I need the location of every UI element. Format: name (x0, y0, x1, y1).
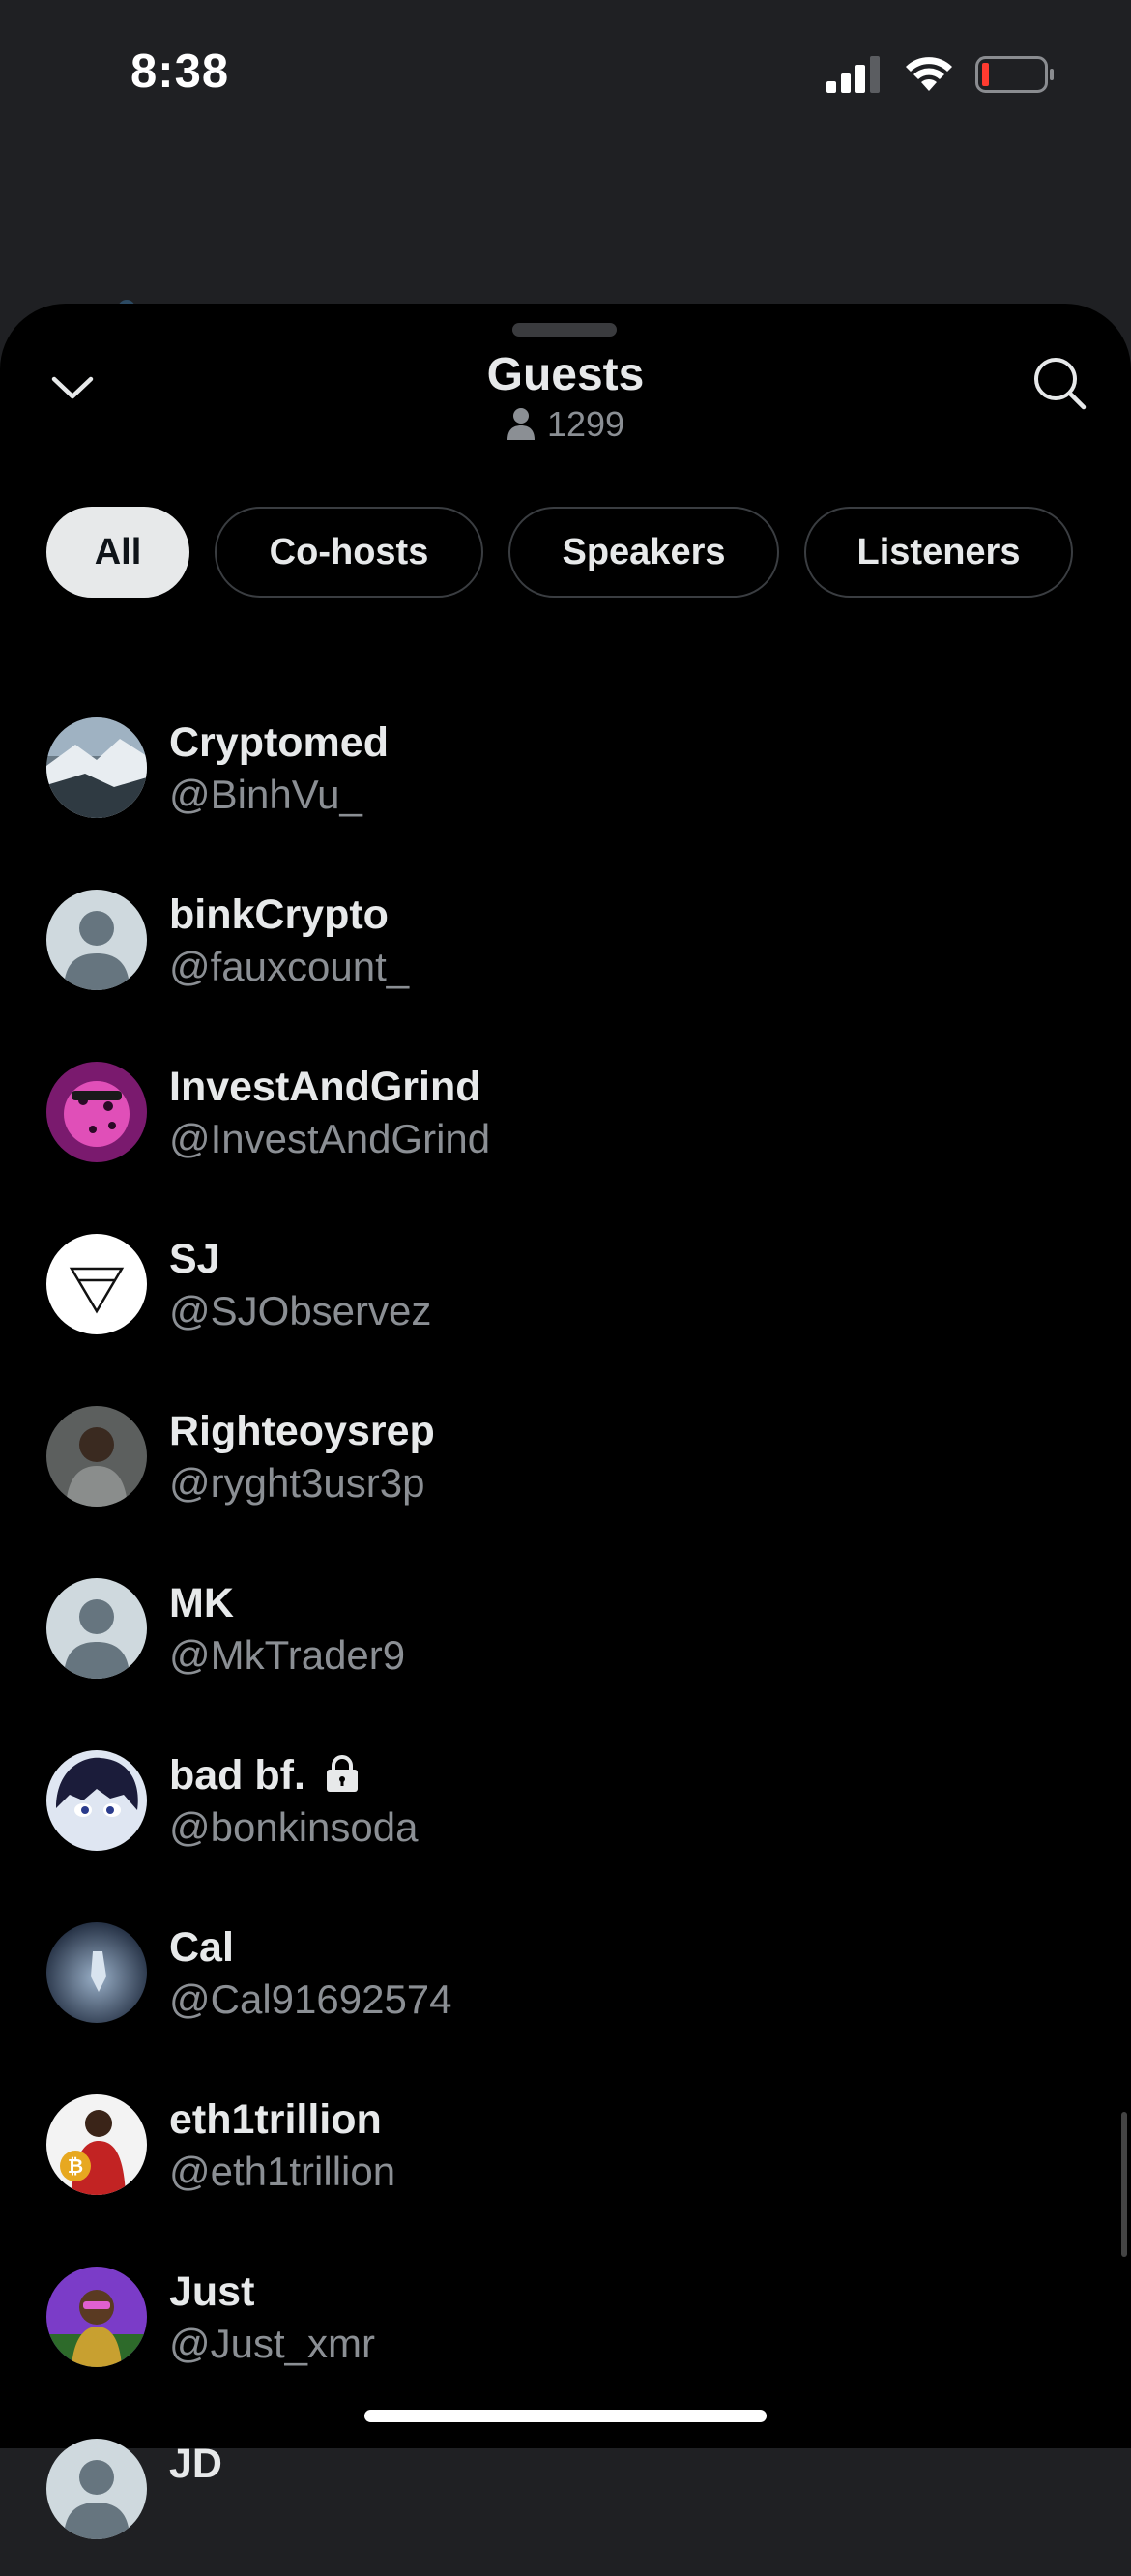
default-avatar-icon (46, 2439, 147, 2539)
guest-avatar (46, 2267, 147, 2367)
home-indicator[interactable] (364, 2410, 767, 2422)
guest-handle: @BinhVu_ (169, 772, 362, 817)
guest-avatar (46, 1234, 147, 1334)
cellular-signal-icon (826, 56, 880, 93)
status-time: 8:38 (130, 45, 230, 98)
listener-count-value: 1299 (546, 404, 625, 444)
scrollbar[interactable] (1121, 2112, 1127, 2257)
guest-row[interactable]: ₿ eth1trillion @eth1trillion (0, 2060, 1131, 2232)
guest-row[interactable]: binkCrypto @fauxcount_ (0, 855, 1131, 1027)
guest-handle: @SJObservez (169, 1288, 432, 1333)
wifi-icon (906, 57, 952, 91)
default-avatar-icon (46, 890, 147, 990)
guest-handle: @InvestAndGrind (169, 1116, 491, 1161)
guest-handle: @fauxcount_ (169, 944, 410, 989)
guest-name: Righteoysrep (169, 1408, 435, 1454)
guest-name: InvestAndGrind (169, 1064, 481, 1110)
guest-name: JD (169, 2441, 222, 2487)
guest-name-text: bad bf. (169, 1752, 305, 1799)
guest-handle: @Cal91692574 (169, 1976, 452, 2022)
filter-co-hosts[interactable]: Co-hosts (215, 507, 483, 598)
guest-row[interactable]: SJ @SJObservez (0, 1199, 1131, 1371)
guest-avatar: ₿ (46, 2094, 147, 2195)
guest-row[interactable]: MK @MkTrader9 (0, 1543, 1131, 1715)
filter-speakers[interactable]: Speakers (508, 507, 779, 598)
guest-handle: @MkTrader9 (169, 1632, 406, 1678)
filter-tabs: All Co-hosts Speakers Listeners (46, 507, 1073, 601)
listener-count: 1299 (0, 404, 1131, 445)
guest-row[interactable]: Just @Just_xmr (0, 2232, 1131, 2404)
guest-row[interactable]: JD (0, 2404, 1131, 2576)
guest-name: Just (169, 2269, 255, 2315)
guest-avatar (46, 1922, 147, 2023)
battery-low-icon (975, 56, 1054, 93)
person-icon (507, 408, 535, 440)
status-bar: 8:38 (0, 0, 1131, 145)
guest-avatar (46, 717, 147, 818)
guests-sheet: Guests 1299 All Co-hosts Speakers Listen… (0, 304, 1131, 2539)
guest-name: binkCrypto (169, 892, 389, 938)
guest-handle: @eth1trillion (169, 2149, 396, 2194)
guest-handle: @ryght3usr3p (169, 1460, 425, 1506)
sheet-grabber[interactable] (512, 323, 617, 337)
guest-name: bad bf. (169, 1752, 360, 1800)
sheet-title: Guests (486, 349, 645, 400)
default-avatar-icon (46, 1578, 147, 1679)
lock-icon (326, 1755, 358, 1792)
guest-row[interactable]: Cryptomed @BinhVu_ (0, 683, 1131, 855)
background-timeline-header (0, 145, 1131, 400)
filter-listeners[interactable]: Listeners (804, 507, 1073, 598)
guest-name: SJ (169, 1236, 220, 1282)
guest-name: eth1trillion (169, 2096, 382, 2143)
guest-row[interactable]: Cal @Cal91692574 (0, 1888, 1131, 2060)
svg-text:₿: ₿ (68, 2154, 83, 2178)
guest-name: Cal (169, 1924, 234, 1971)
guest-avatar (46, 1406, 147, 1507)
guest-name: Cryptomed (169, 719, 389, 766)
guest-avatar (46, 1062, 147, 1162)
guest-row[interactable]: InvestAndGrind @InvestAndGrind (0, 1027, 1131, 1199)
guest-handle: @Just_xmr (169, 2321, 375, 2366)
guest-row[interactable]: Righteoysrep @ryght3usr3p (0, 1371, 1131, 1543)
filter-all[interactable]: All (46, 507, 189, 598)
guest-avatar (46, 1750, 147, 1851)
guest-name: MK (169, 1580, 234, 1626)
search-icon[interactable] (1030, 354, 1088, 412)
guest-handle: @bonkinsoda (169, 1804, 419, 1850)
guest-row[interactable]: bad bf. @bonkinsoda (0, 1715, 1131, 1888)
